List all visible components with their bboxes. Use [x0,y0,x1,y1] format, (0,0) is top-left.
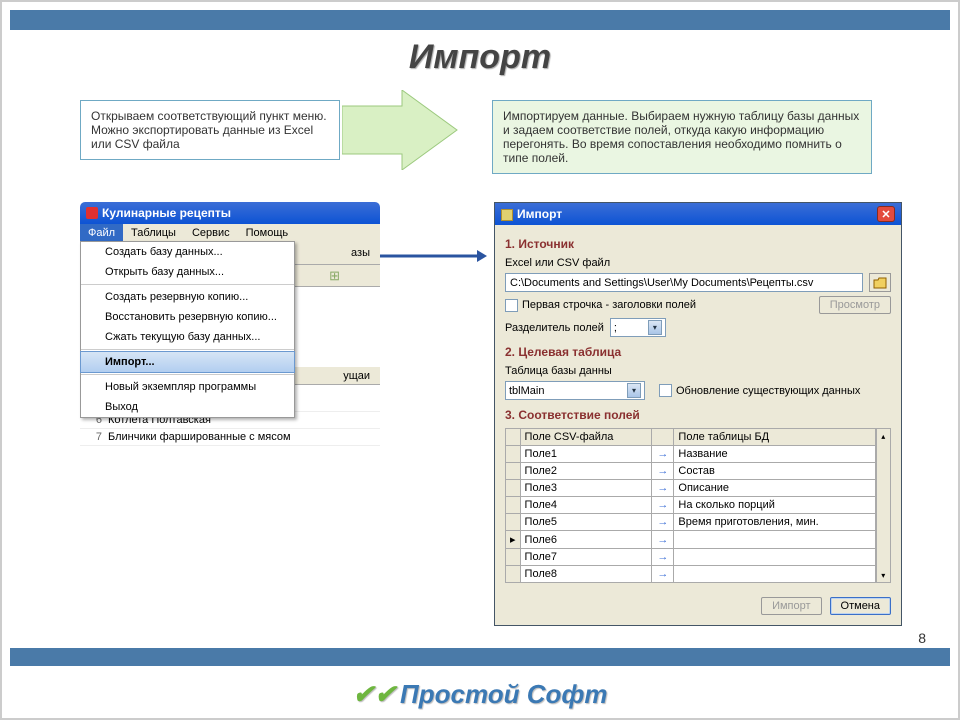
update-existing-checkbox[interactable] [659,384,672,397]
menu-item-import[interactable]: Импорт... [80,351,295,373]
menu-item-backup[interactable]: Создать резервную копию... [81,287,294,307]
import-button[interactable]: Импорт [761,597,821,615]
menu-item-restore[interactable]: Восстановить резервную копию... [81,307,294,327]
target-table-label: Таблица базы данны [505,365,891,377]
separator-select[interactable]: ; ▾ [610,318,666,337]
update-existing-label[interactable]: Обновление существующих данных [659,384,860,397]
first-row-headers-checkbox[interactable] [505,299,518,312]
app-icon [86,207,98,219]
target-table-select[interactable]: tblMain ▾ [505,381,645,400]
app-title: Кулинарные рецепты [102,206,231,220]
preview-button[interactable]: Просмотр [819,296,891,314]
brand-logo: ✔✔Простой Софт [2,679,958,710]
green-arrow-icon [342,90,462,170]
section-2-title: 2. Целевая таблица [505,345,891,359]
cancel-button[interactable]: Отмена [830,597,891,615]
callout-left: Открываем соответствующий пункт меню. Мо… [80,100,340,160]
dialog-title-bar[interactable]: Импорт ✕ [495,203,901,225]
dialog-title: Импорт [517,207,562,221]
callout-right: Импортируем данные. Выбираем нужную табл… [492,100,872,174]
chevron-down-icon: ▾ [627,383,641,398]
row-header [506,429,521,446]
col-csv-header: Поле CSV-файла [520,429,652,446]
menu-item-create-db[interactable]: Создать базу данных... [81,242,294,262]
blue-arrow-icon [367,250,487,262]
table-scrollbar[interactable]: ▴ ▾ [876,428,891,583]
list-row: 7Блинчики фаршированные с мясом [80,429,380,446]
app-title-bar: Кулинарные рецепты [80,202,380,224]
col-arrow-header [652,429,674,446]
import-dialog: Импорт ✕ 1. Источник Excel или CSV файл … [494,202,902,626]
file-label: Excel или CSV файл [505,257,891,269]
dialog-icon [501,209,513,221]
scroll-up-icon[interactable]: ▴ [877,429,890,443]
chevron-down-icon: ▾ [648,320,662,335]
recipes-app-window: Кулинарные рецепты Файл Таблицы Сервис П… [80,202,380,243]
menu-item-open-db[interactable]: Открыть базу данных... [81,262,294,282]
menu-service[interactable]: Сервис [184,224,238,242]
menu-help[interactable]: Помощь [238,224,297,242]
menu-item-new-instance[interactable]: Новый экземпляр программы [81,377,294,397]
mapping-rows: Поле1→Название Поле2→Состав Поле3→Описан… [506,446,876,583]
page-title: Импорт [2,38,958,77]
section-1-title: 1. Источник [505,237,891,251]
browse-button[interactable] [869,273,891,292]
menu-item-exit[interactable]: Выход [81,397,294,417]
check-icon: ✔✔ [352,679,396,709]
file-dropdown: Создать базу данных... Открыть базу данн… [80,241,295,418]
slide-bottom-bar [10,648,950,666]
first-row-headers-label[interactable]: Первая строчка - заголовки полей [505,299,696,312]
tree-icon: ⊞ [329,268,340,284]
close-button[interactable]: ✕ [877,206,895,222]
section-3-title: 3. Соответствие полей [505,408,891,422]
slide-top-bar [10,10,950,30]
page-number: 8 [918,630,926,646]
field-mapping-table[interactable]: Поле CSV-файла Поле таблицы БД Поле1→Наз… [505,428,876,583]
menu-tables[interactable]: Таблицы [123,224,184,242]
menu-item-compact[interactable]: Сжать текущую базу данных... [81,327,294,347]
file-path-input[interactable] [505,273,863,292]
scroll-down-icon[interactable]: ▾ [877,568,890,582]
menu-file[interactable]: Файл [80,224,123,242]
separator-label: Разделитель полей [505,322,604,334]
col-db-header: Поле таблицы БД [674,429,875,446]
